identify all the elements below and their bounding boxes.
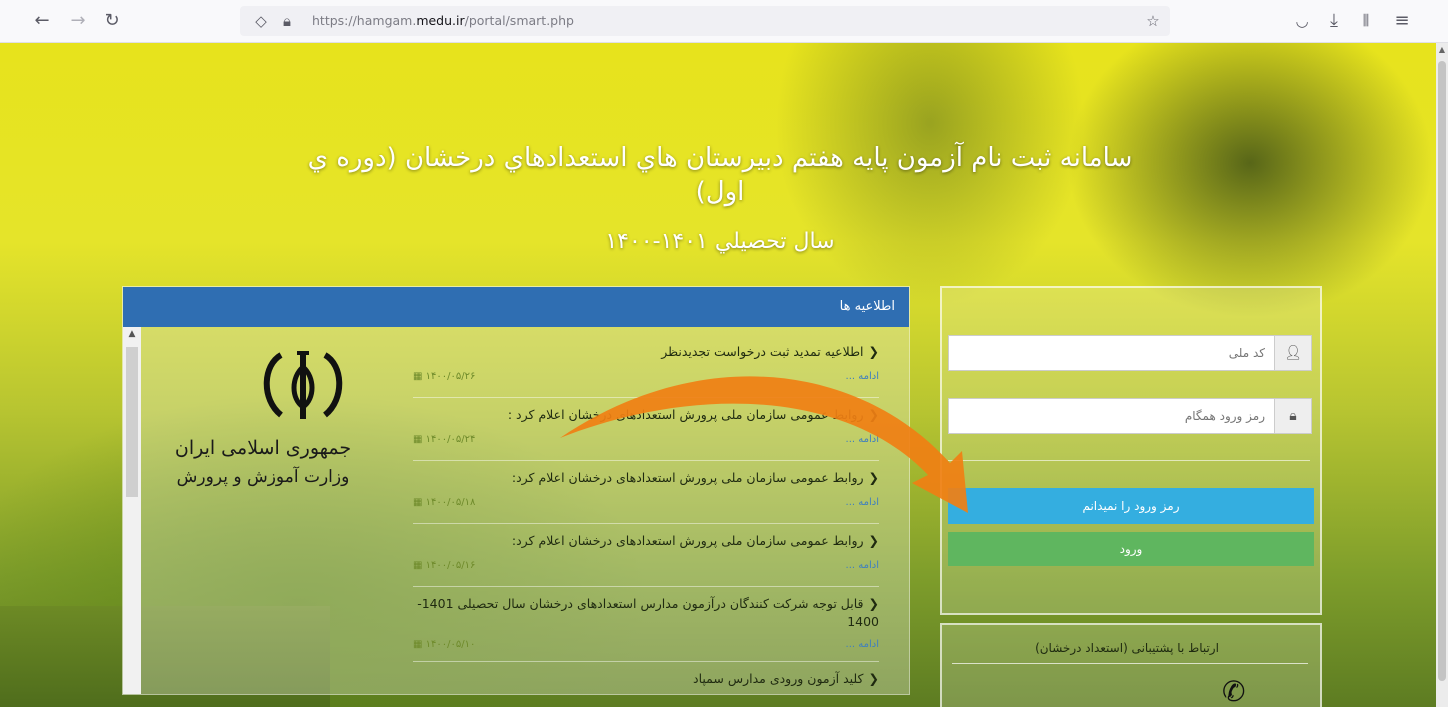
browser-toolbar: ← → ↻ ◇ 🔒︎ https://hamgam.medu.ir/portal… [0, 0, 1448, 43]
password-input[interactable] [963, 405, 1267, 427]
announcement-link[interactable]: ❮روابط عمومی سازمان ملی پرورش استعدادهای… [413, 532, 879, 550]
iran-emblem-icon [263, 351, 343, 419]
announcement-link[interactable]: ❮کلید آزمون ورودی مدارس سمپاد [413, 670, 879, 688]
announcement-link[interactable]: ❮اطلاعیه تمدید ثبت درخواست تجدیدنظر [413, 343, 879, 361]
chevron-icon: ❮ [868, 671, 879, 686]
announcement-date: ▦ ۱۴۰۰/۰۵/۲۶ [413, 371, 476, 382]
chevron-icon: ❮ [868, 407, 879, 422]
library-icon[interactable]: ⫼ [1354, 9, 1378, 33]
shield-icon[interactable]: ◇ [250, 9, 272, 33]
support-panel: ارتباط با پشتیبانی (استعداد درخشان) ✆ [940, 623, 1322, 707]
back-icon[interactable]: ← [30, 9, 54, 33]
chevron-icon: ❮ [868, 533, 879, 548]
more-link[interactable]: ادامه ... [846, 560, 879, 571]
announcement-link[interactable]: ❮روابط عمومی سازمان ملی پرورش استعدادهای… [413, 469, 879, 487]
announcement-item[interactable]: ❮کلید آزمون ورودی مدارس سمپاد [413, 662, 879, 707]
url-text[interactable]: https://hamgam.medu.ir/portal/smart.php [312, 13, 574, 28]
more-link[interactable]: ادامه ... [846, 639, 879, 650]
bookmark-star-icon[interactable]: ☆ [1142, 9, 1164, 33]
url-bar[interactable]: ◇ 🔒︎ https://hamgam.medu.ir/portal/smart… [240, 6, 1170, 36]
announcement-link[interactable]: ❮روابط عمومی سازمان ملی پرورش استعدادهای… [413, 406, 879, 424]
download-icon[interactable]: ⤓ [1322, 9, 1346, 33]
lock-icon[interactable]: 🔒︎ [276, 9, 298, 33]
announcements-panel: اطلاعیه ها ▲ جمهوری اسلامی ایران وزارت آ… [122, 286, 910, 695]
user-icon: 👤︎ [1274, 336, 1311, 370]
announcement-item[interactable]: ❮روابط عمومی سازمان ملی پرورش استعدادهای… [413, 524, 879, 587]
page-scrollbar[interactable]: ▲ [1436, 43, 1448, 707]
more-link[interactable]: ادامه ... [846, 371, 879, 382]
menu-icon[interactable]: ≡ [1390, 9, 1414, 33]
announcement-list: ❮اطلاعیه تمدید ثبت درخواست تجدیدنظر ادام… [413, 335, 879, 707]
divider [952, 663, 1308, 664]
more-link[interactable]: ادامه ... [846, 497, 879, 508]
announcement-date: ▦ ۱۴۰۰/۰۵/۱۶ [413, 560, 476, 571]
announcement-item[interactable]: ❮روابط عمومی سازمان ملی پرورش استعدادهای… [413, 461, 879, 524]
phone-icon: ✆ [1222, 675, 1246, 707]
more-link[interactable]: ادامه ... [846, 434, 879, 445]
support-title: ارتباط با پشتیبانی (استعداد درخشان) [1035, 641, 1219, 655]
announcements-header: اطلاعیه ها [123, 287, 909, 327]
pocket-icon[interactable]: ◡ [1290, 9, 1314, 33]
chevron-icon: ❮ [868, 596, 879, 611]
chevron-icon: ❮ [868, 470, 879, 485]
login-button[interactable]: ورود [948, 532, 1314, 566]
password-field[interactable]: 🔒︎ [948, 398, 1312, 434]
scroll-up-icon[interactable]: ▲ [1436, 45, 1448, 55]
divider [948, 460, 1310, 461]
page-content: سامانه ثبت نام آزمون پايه هفتم دبيرستان … [0, 43, 1436, 707]
scroll-up-icon[interactable]: ▲ [123, 329, 141, 341]
forward-icon[interactable]: → [66, 9, 90, 33]
page-title: سامانه ثبت نام آزمون پايه هفتم دبيرستان … [307, 143, 1133, 207]
emblem-text-ministry: وزارت آموزش و پرورش [176, 467, 350, 487]
lock-icon: 🔒︎ [1274, 399, 1311, 433]
scroll-thumb[interactable] [126, 347, 138, 497]
announcement-item[interactable]: ❮روابط عمومی سازمان ملی پرورش استعدادهای… [413, 398, 879, 461]
reload-icon[interactable]: ↻ [100, 9, 124, 33]
emblem-text-republic: جمهوری اسلامی ایران [174, 437, 352, 459]
announcement-date: ▦ ۱۴۰۰/۰۵/۱۸ [413, 497, 476, 508]
announcement-date: ▦ ۱۴۰۰/۰۵/۲۴ [413, 434, 476, 445]
scroll-thumb[interactable] [1438, 61, 1446, 681]
national-code-field[interactable]: 👤︎ [948, 335, 1312, 371]
announcement-item[interactable]: ❮قابل توجه شرکت کنندگان درآزمون مدارس اس… [413, 587, 879, 662]
announcements-scrollbar[interactable]: ▲ [123, 327, 141, 694]
national-code-input[interactable] [963, 342, 1267, 364]
announcement-link[interactable]: ❮قابل توجه شرکت کنندگان درآزمون مدارس اس… [413, 595, 879, 631]
login-panel: 👤︎ 🔒︎ رمز ورود را نمیدانم ورود [940, 286, 1322, 615]
academic-year: سال تحصيلي ۱۴۰۱-۱۴۰۰ [605, 229, 835, 254]
announcement-date: ▦ ۱۴۰۰/۰۵/۱۰ [413, 639, 476, 650]
forgot-password-button[interactable]: رمز ورود را نمیدانم [948, 488, 1314, 524]
chevron-icon: ❮ [868, 344, 879, 359]
announcement-item[interactable]: ❮اطلاعیه تمدید ثبت درخواست تجدیدنظر ادام… [413, 335, 879, 398]
